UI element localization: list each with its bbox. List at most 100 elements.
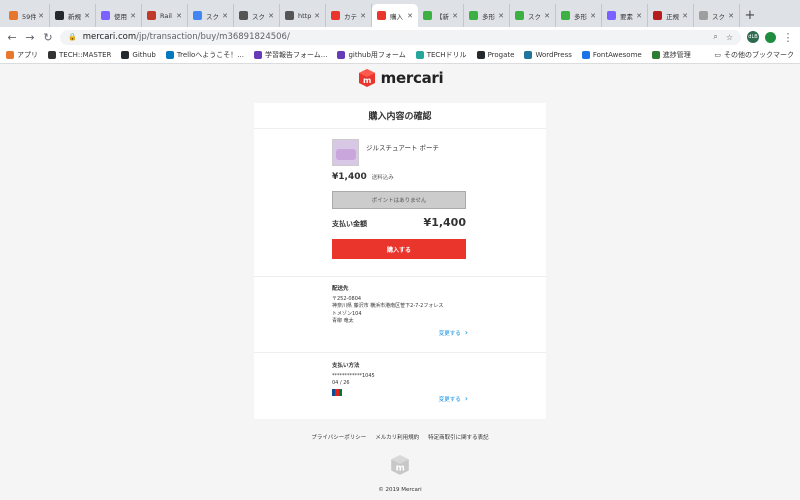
tab-label: 新規 [68,12,81,21]
tab-label: 多形 [574,12,587,21]
browser-tab[interactable]: カテ ✕ [326,4,372,27]
svg-text:m: m [396,464,405,474]
close-icon[interactable]: ✕ [728,12,734,20]
privacy-policy-link[interactable]: プライバシーポリシー [311,433,366,441]
bookmark-favicon-icon [48,51,56,59]
bookmark-item[interactable]: Github [121,51,156,59]
bookmark-item[interactable]: FontAwesome [581,51,642,59]
tab-favicon-icon [561,11,570,20]
close-icon[interactable]: ✕ [84,12,90,20]
change-payment-link[interactable]: 変更する › [439,394,468,403]
browser-tab[interactable]: 【新 ✕ [418,4,464,27]
close-icon[interactable]: ✕ [38,12,44,20]
bookmark-label: 進捗管理 [662,51,691,59]
bookmark-item[interactable]: アプリ [6,50,38,60]
mercari-logo[interactable]: m mercari [0,68,800,88]
card-title: 購入内容の確認 [254,103,546,129]
back-icon[interactable]: ← [6,31,18,44]
card-expiry: 04 / 26 [332,380,350,387]
bookmark-item[interactable]: TECHドリル [415,50,467,60]
other-bookmarks-folder[interactable]: ▭ その他のブックマーク [714,50,794,60]
tab-label: 【新 [436,12,449,21]
close-icon[interactable]: ✕ [314,12,320,20]
bookmark-item[interactable]: Trelloへようこそ！... [165,50,244,60]
close-icon[interactable]: ✕ [268,12,274,20]
bookmark-label: 学習報告フォーム... [264,51,328,59]
search-icon[interactable]: ⌕ [713,32,717,42]
browser-tab[interactable]: スク ✕ [188,4,234,27]
points-button[interactable]: ポイントはありません [332,191,466,209]
bookmark-favicon-icon [6,51,14,59]
bookmark-item[interactable]: github用フォーム [337,50,406,60]
browser-tab[interactable]: 59件 ✕ [4,4,50,27]
close-icon[interactable]: ✕ [498,12,504,20]
browser-tab[interactable]: http ✕ [280,4,326,27]
close-icon[interactable]: ✕ [590,12,596,20]
change-shipping-label: 変更する [438,330,461,337]
lock-icon: 🔒 [68,33,77,41]
close-icon[interactable]: ✕ [360,12,366,20]
close-icon[interactable]: ✕ [682,12,688,20]
close-icon[interactable]: ✕ [636,12,642,20]
item-name: ジルスチュアート ポーチ [366,144,440,152]
browser-tab[interactable]: 使用 ✕ [96,4,142,27]
menu-icon[interactable]: ⋮ [782,31,794,44]
bookmark-label: WordPress [535,51,572,59]
new-tab-icon[interactable]: + [740,4,760,27]
address-line: トメゾン104 [332,310,362,317]
bookmark-label: TECH::MASTER [59,51,112,59]
star-icon[interactable]: ☆ [726,33,733,42]
chevron-right-icon: › [464,328,468,337]
browser-tab[interactable]: スク ✕ [694,4,740,27]
bookmark-favicon-icon [651,51,660,59]
close-icon[interactable]: ✕ [407,12,413,20]
browser-tab[interactable]: 多形 ✕ [556,4,602,27]
buy-button[interactable]: 購入する [332,239,466,259]
jcb-card-icon [332,388,342,396]
browser-tab[interactable]: 新規 ✕ [50,4,96,27]
bookmark-item[interactable]: Progate [476,51,514,59]
terms-link[interactable]: メルカリ利用規約 [375,433,419,441]
browser-tab[interactable]: 購入 ✕ [372,4,418,27]
total-row: 支払い金額 ¥1,400 [332,216,466,229]
card-number: ************1045 [332,373,375,379]
commerce-law-link[interactable]: 特定商取引に関する表記 [428,433,489,441]
bookmark-item[interactable]: 進捗管理 [651,50,691,60]
tab-favicon-icon [9,11,18,20]
bookmark-favicon-icon [165,51,174,59]
browser-tab[interactable]: スク ✕ [234,4,280,27]
profile-avatar[interactable]: dLB [747,31,759,43]
tab-label: スク [206,12,219,21]
browser-tab[interactable]: 正規 ✕ [648,4,694,27]
close-icon[interactable]: ✕ [222,12,228,20]
divider [254,352,546,353]
shipping-note: 送料込み [371,175,394,181]
svg-text:m: m [363,76,371,85]
recipient-name: 青柳 竜太 [332,317,354,324]
tab-favicon-icon [377,11,386,20]
tab-favicon-icon [607,11,616,20]
browser-tab[interactable]: 多形 ✕ [464,4,510,27]
tab-favicon-icon [101,11,110,20]
reload-icon[interactable]: ↻ [42,31,54,44]
bookmark-item[interactable]: TECH::MASTER [48,51,111,59]
browser-tab[interactable]: Rail ✕ [142,4,188,27]
bookmark-item[interactable]: WordPress [524,51,572,59]
close-icon[interactable]: ✕ [176,12,182,20]
bookmark-favicon-icon [253,51,262,59]
payment-section: 支払い方法 ************1045 04 / 26 [332,361,472,396]
address-bar[interactable]: 🔒 mercari.com /jp/transaction/buy/m36891… [60,29,741,45]
close-icon[interactable]: ✕ [544,12,550,20]
forward-icon[interactable]: → [24,31,36,44]
copyright: © 2019 Mercari [378,487,422,493]
tab-label: http [298,11,312,20]
bookmark-item[interactable]: 学習報告フォーム... [253,50,328,60]
browser-tab[interactable]: 要素 ✕ [602,4,648,27]
close-icon[interactable]: ✕ [452,12,458,20]
browser-tab[interactable]: スク ✕ [510,4,556,27]
extension-icon[interactable] [765,31,776,43]
tab-label: 正規 [666,12,679,21]
price-row: ¥1,400 送料込み [332,172,394,182]
change-shipping-link[interactable]: 変更する › [439,328,468,337]
close-icon[interactable]: ✕ [130,12,136,20]
